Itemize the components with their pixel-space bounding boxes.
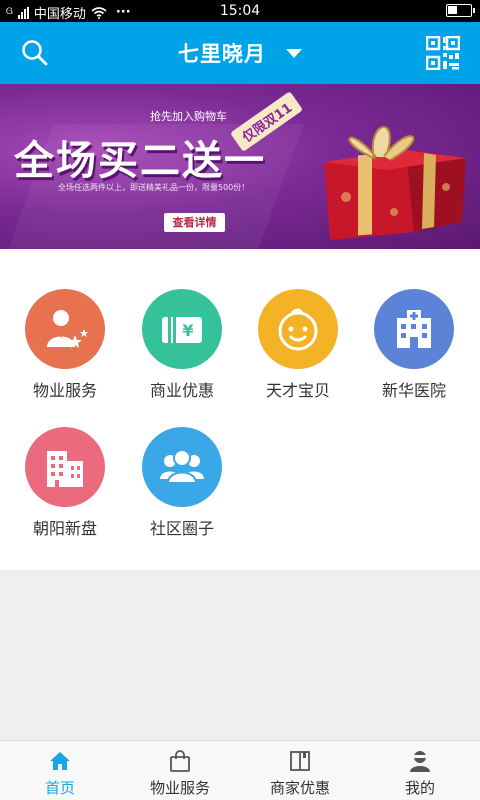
baby-face-icon (278, 308, 318, 351)
nav-merchant[interactable]: 商家优惠 (240, 741, 360, 800)
location-selector[interactable]: 七里晓月 (0, 38, 480, 68)
home-icon (50, 752, 70, 770)
hospital-icon (397, 310, 431, 348)
service-building[interactable]: 朝阳新盘 (10, 427, 120, 547)
banner-headline: 全场买二送一 (14, 138, 266, 184)
gift-box-icon (324, 126, 466, 240)
qr-code-icon (425, 35, 461, 71)
nav-home[interactable]: 首页 (0, 741, 120, 800)
status-time: 15:04 (219, 3, 261, 19)
nav-label: 我的 (404, 779, 435, 797)
community-icon-bg (142, 427, 222, 507)
service-property[interactable]: 物业服务 (10, 289, 120, 409)
view-details-button[interactable]: 查看详情 (164, 213, 225, 232)
book-icon (290, 751, 310, 771)
bottom-nav: 首页 物业服务 商家优惠 我的 (0, 740, 480, 800)
service-label: 物业服务 (32, 381, 97, 400)
service-label: 天才宝贝 (265, 381, 330, 400)
service-baby[interactable]: 天才宝贝 (243, 289, 353, 409)
service-label: 社区圈子 (149, 519, 214, 538)
community-icon (160, 449, 204, 484)
battery-icon (446, 4, 475, 17)
banner-detail: 全场任选两件以上，即送精美礼品一份，限量500份！ (58, 183, 250, 192)
service-coupon[interactable]: ¥ 商业优惠 (127, 289, 237, 409)
svg-text:¥: ¥ (182, 321, 193, 340)
nav-label: 物业服务 (149, 779, 210, 797)
baby-face-icon-bg (258, 289, 338, 369)
nav-property[interactable]: 物业服务 (120, 741, 240, 800)
status-bar: Ꮐ 中国移动 ··· 15:04 (0, 0, 480, 22)
nav-label: 首页 (44, 779, 75, 797)
promo-banner[interactable]: 抢先加入购物车 仅限双11 全场买二送一 全场任选两件以上，即送精美礼品一份，限… (0, 84, 480, 249)
shopping-bag-icon (170, 750, 190, 772)
service-hospital[interactable]: 新华医院 (359, 289, 469, 409)
nav-mine[interactable]: 我的 (360, 741, 480, 800)
service-label: 商业优惠 (149, 381, 214, 400)
building-icon-bg (25, 427, 105, 507)
coupon-icon-bg: ¥ (142, 289, 222, 369)
service-label: 新华医院 (381, 381, 446, 400)
qr-scan-button[interactable] (425, 35, 461, 71)
service-community[interactable]: 社区圈子 (127, 427, 237, 547)
building-icon (47, 451, 83, 487)
app-header: 七里晓月 (0, 22, 480, 84)
hospital-icon-bg (374, 289, 454, 369)
banner-tagline: 抢先加入购物车 (150, 110, 227, 123)
service-label: 朝阳新盘 (32, 519, 97, 538)
chevron-down-icon (286, 48, 302, 58)
service-grid: 物业服务 ¥ 商业优惠 天才宝贝 新华医院 朝阳新盘 社区圈子 (0, 249, 480, 570)
property-service-icon (47, 310, 88, 348)
coupon-icon: ¥ (162, 317, 202, 343)
page-title: 七里晓月 (178, 42, 266, 66)
property-service-icon-bg (25, 289, 105, 369)
nav-label: 商家优惠 (269, 779, 330, 797)
user-icon (410, 751, 430, 772)
